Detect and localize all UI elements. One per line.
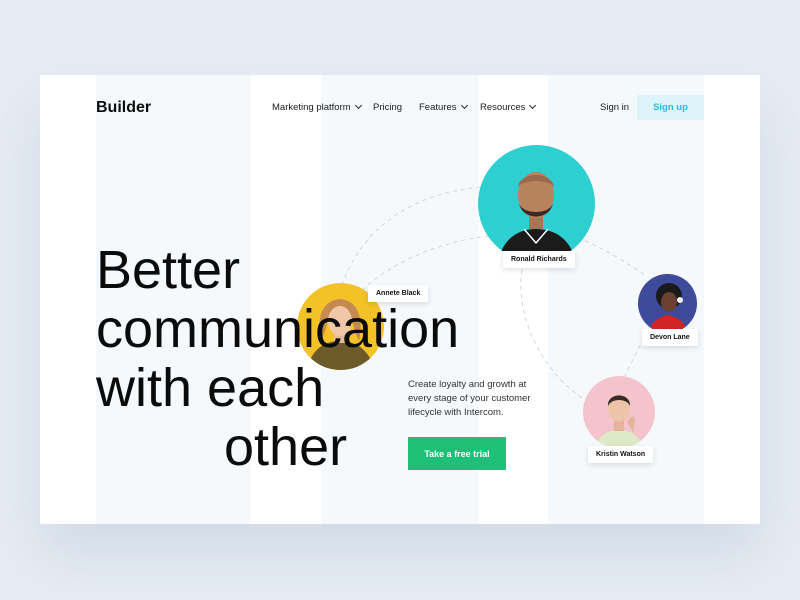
headline-line: with each [96,358,325,418]
avatar-devon-lane[interactable] [638,274,697,333]
person-photo [595,394,643,448]
headline-line: other [224,417,348,477]
avatar-ronald-richards[interactable] [478,145,595,262]
person-label: Kristin Watson [588,446,654,463]
hero-headline: Better communication with each other [96,241,459,477]
person-label: Devon Lane [642,329,698,346]
avatar-kristin-watson[interactable] [583,376,655,448]
headline-line: Better [96,240,241,300]
hero-tagline: Create loyalty and growth at every stage… [408,379,531,418]
person-photo [498,172,576,262]
landing-page-card: Builder Marketing platform Pricing Featu… [40,75,760,524]
person-label: Ronald Richards [503,251,575,268]
person-photo [648,283,688,333]
free-trial-button[interactable]: Take a free trial [408,437,506,470]
headline-line: communication [96,299,460,359]
